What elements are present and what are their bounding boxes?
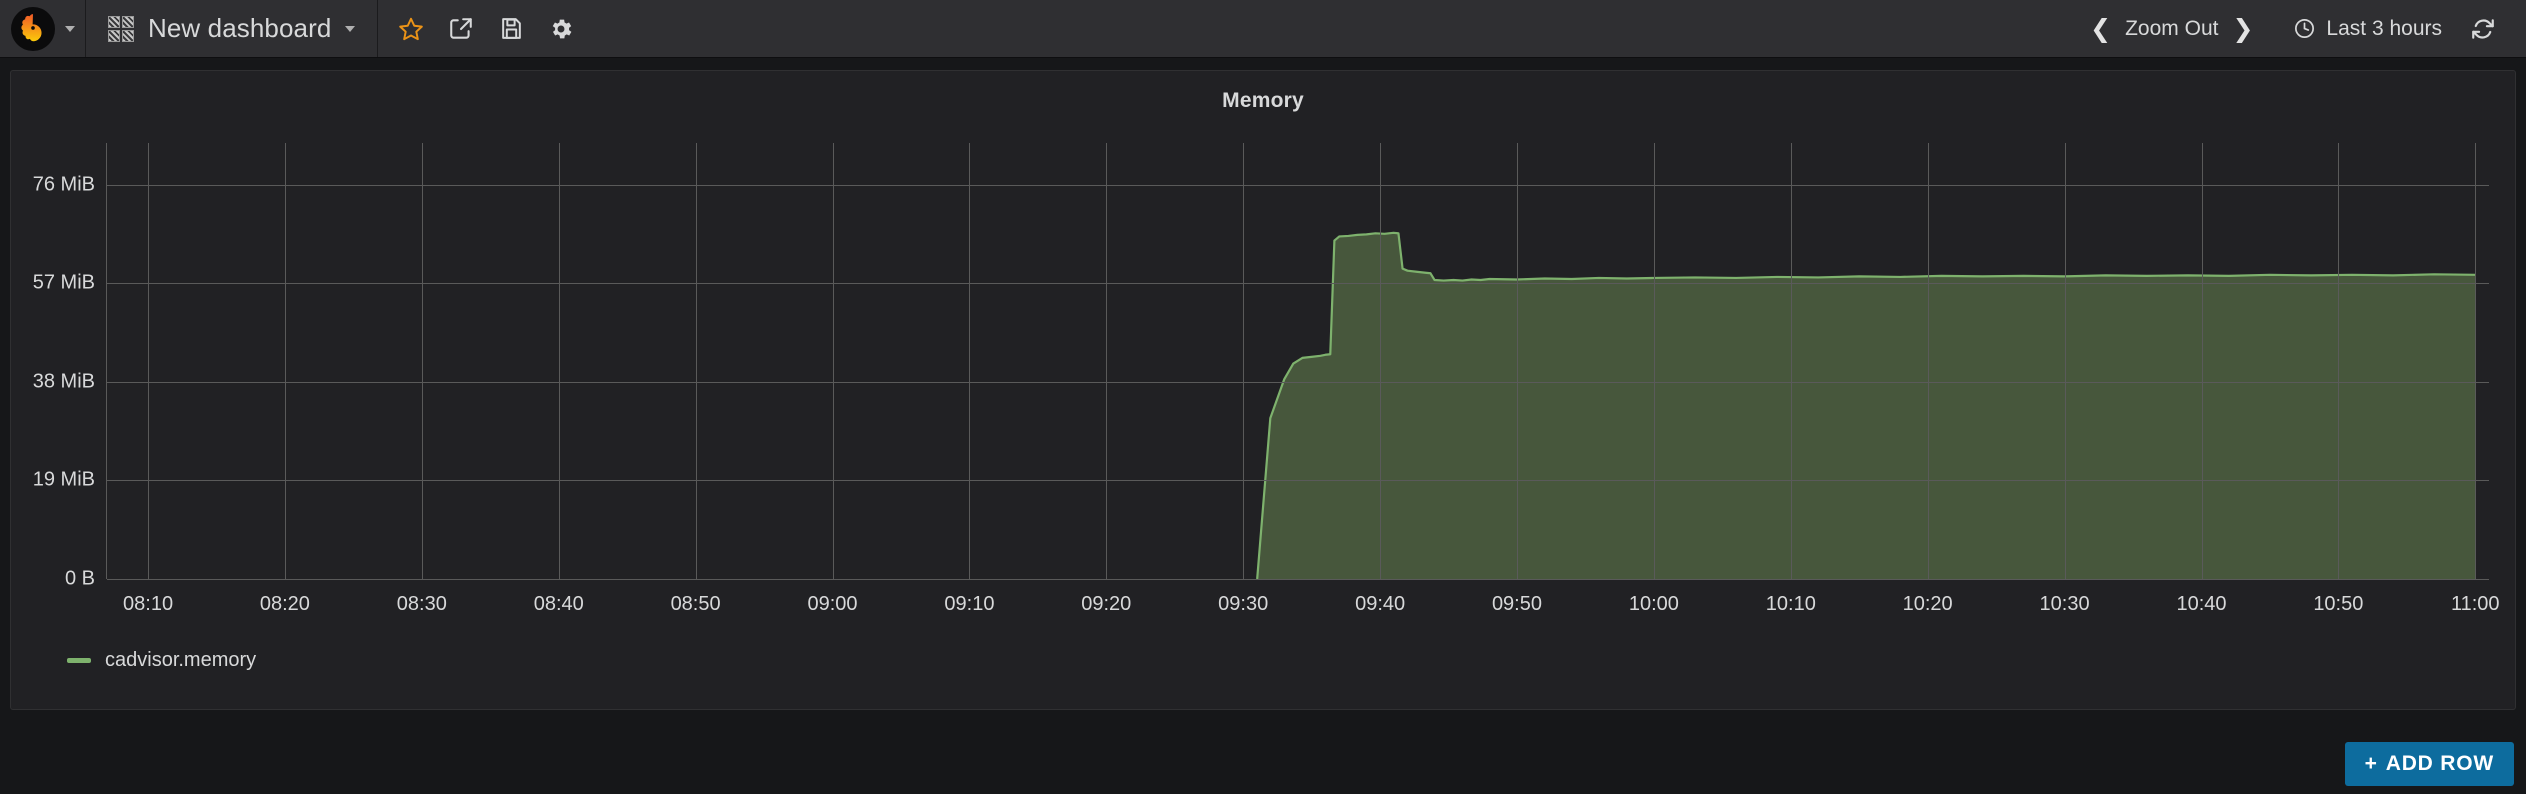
x-gridline: [832, 143, 834, 579]
legend-series-label[interactable]: cadvisor.memory: [105, 649, 256, 672]
memory-area-chart: [107, 143, 2489, 579]
x-gridline: [2064, 143, 2066, 579]
x-gridline: [1243, 143, 1245, 579]
x-axis-tick-label: 10:10: [1765, 593, 1816, 615]
x-gridline: [1380, 143, 1382, 579]
y-gridline: [107, 184, 2489, 186]
add-row-button[interactable]: + ADD ROW: [2344, 742, 2514, 786]
save-icon[interactable]: [486, 0, 536, 58]
clock-icon: [2295, 19, 2315, 38]
x-gridline: [1653, 143, 1655, 579]
x-axis-tick-label: 10:30: [2039, 593, 2090, 615]
dashboard-body: Memory 0 B 19 MiB 38 MiB 57 MiB 76 MiB 08:10 0…: [0, 58, 2526, 786]
chevron-down-icon: [64, 25, 75, 32]
x-gridline: [1106, 143, 1108, 579]
x-axis-tick-label: 09:20: [1081, 593, 1132, 615]
x-axis-tick-label: 09:00: [807, 593, 858, 615]
x-gridline: [2475, 143, 2477, 579]
panel-title[interactable]: Memory: [11, 77, 2515, 113]
y-axis-tick-label: 76 MiB: [32, 173, 95, 196]
gear-icon[interactable]: [536, 0, 586, 58]
x-axis-tick-label: 08:10: [123, 593, 174, 615]
x-gridline: [558, 143, 560, 579]
home-menu-button[interactable]: [0, 0, 86, 57]
time-range-picker[interactable]: Last 3 hours: [2267, 17, 2460, 41]
grafana-logo-icon: [10, 6, 55, 51]
add-row-container: + ADD ROW: [2344, 742, 2514, 786]
y-axis-tick-label: 0 B: [64, 567, 95, 590]
time-range-label: Last 3 hours: [2326, 16, 2442, 40]
dashboard-actions: [378, 0, 586, 57]
x-gridline: [421, 143, 423, 579]
legend-color-swatch: [67, 658, 91, 663]
x-gridline: [148, 143, 150, 579]
x-gridline: [1516, 143, 1518, 579]
x-axis-tick-label: 10:20: [1902, 593, 1953, 615]
top-navbar: New dashboard ❮ Zoom Out ❯ Last 3 hours: [0, 0, 2526, 58]
x-gridline: [2201, 143, 2203, 579]
x-axis-tick-label: 10:40: [2176, 593, 2227, 615]
graph-container: 0 B 19 MiB 38 MiB 57 MiB 76 MiB 08:10 08:20 08:…: [11, 121, 2515, 631]
x-axis-tick-label: 09:40: [1355, 593, 1406, 615]
x-axis-tick-label: 09:30: [1218, 593, 1269, 615]
x-gridline: [2338, 143, 2340, 579]
star-icon[interactable]: [386, 0, 436, 58]
zoom-out-button[interactable]: Zoom Out: [2125, 17, 2218, 41]
share-icon[interactable]: [436, 0, 486, 58]
chevron-down-icon: [345, 25, 356, 32]
chevron-right-icon[interactable]: ❯: [2218, 16, 2267, 41]
time-controls: ❮ Zoom Out ❯ Last 3 hours: [2076, 0, 2526, 57]
x-axis-tick-label: 08:40: [533, 593, 584, 615]
chevron-left-icon[interactable]: ❮: [2076, 16, 2125, 41]
y-gridline: [107, 480, 2489, 482]
y-gridline: [107, 283, 2489, 285]
x-gridline: [695, 143, 697, 579]
plus-icon: +: [2364, 752, 2378, 775]
x-axis-tick-label: 11:00: [2450, 593, 2500, 615]
x-axis-tick-label: 09:50: [1491, 593, 1542, 615]
x-axis-tick-label: 08:50: [670, 593, 721, 615]
y-axis-tick-label: 19 MiB: [32, 468, 95, 491]
panel-memory: Memory 0 B 19 MiB 38 MiB 57 MiB 76 MiB 08:10 0…: [10, 70, 2516, 710]
refresh-icon[interactable]: [2460, 16, 2510, 42]
add-row-label: ADD ROW: [2385, 752, 2494, 775]
y-axis-tick-label: 57 MiB: [32, 271, 95, 294]
x-axis-tick-label: 09:10: [944, 593, 995, 615]
x-axis-tick-label: 08:30: [396, 593, 447, 615]
x-gridline: [284, 143, 286, 579]
dashboard-picker[interactable]: New dashboard: [86, 0, 379, 57]
y-gridline: [107, 381, 2489, 383]
y-gridline: [107, 579, 2489, 580]
x-gridline: [969, 143, 971, 579]
y-axis-tick-label: 38 MiB: [32, 370, 95, 393]
x-axis-tick-label: 08:20: [259, 593, 310, 615]
zoom-controls: ❮ Zoom Out ❯: [2076, 16, 2267, 41]
graph-legend: cadvisor.memory: [11, 631, 2515, 672]
plot-area[interactable]: 0 B 19 MiB 38 MiB 57 MiB 76 MiB 08:10 08:20 08:…: [33, 143, 2500, 615]
page-title: New dashboard: [148, 13, 332, 43]
x-gridline: [1927, 143, 1929, 579]
x-axis-tick-label: 10:00: [1628, 593, 1679, 615]
x-axis-tick-label: 10:50: [2313, 593, 2364, 615]
dashboard-grid-icon: [108, 15, 134, 42]
x-gridline: [1790, 143, 1792, 579]
